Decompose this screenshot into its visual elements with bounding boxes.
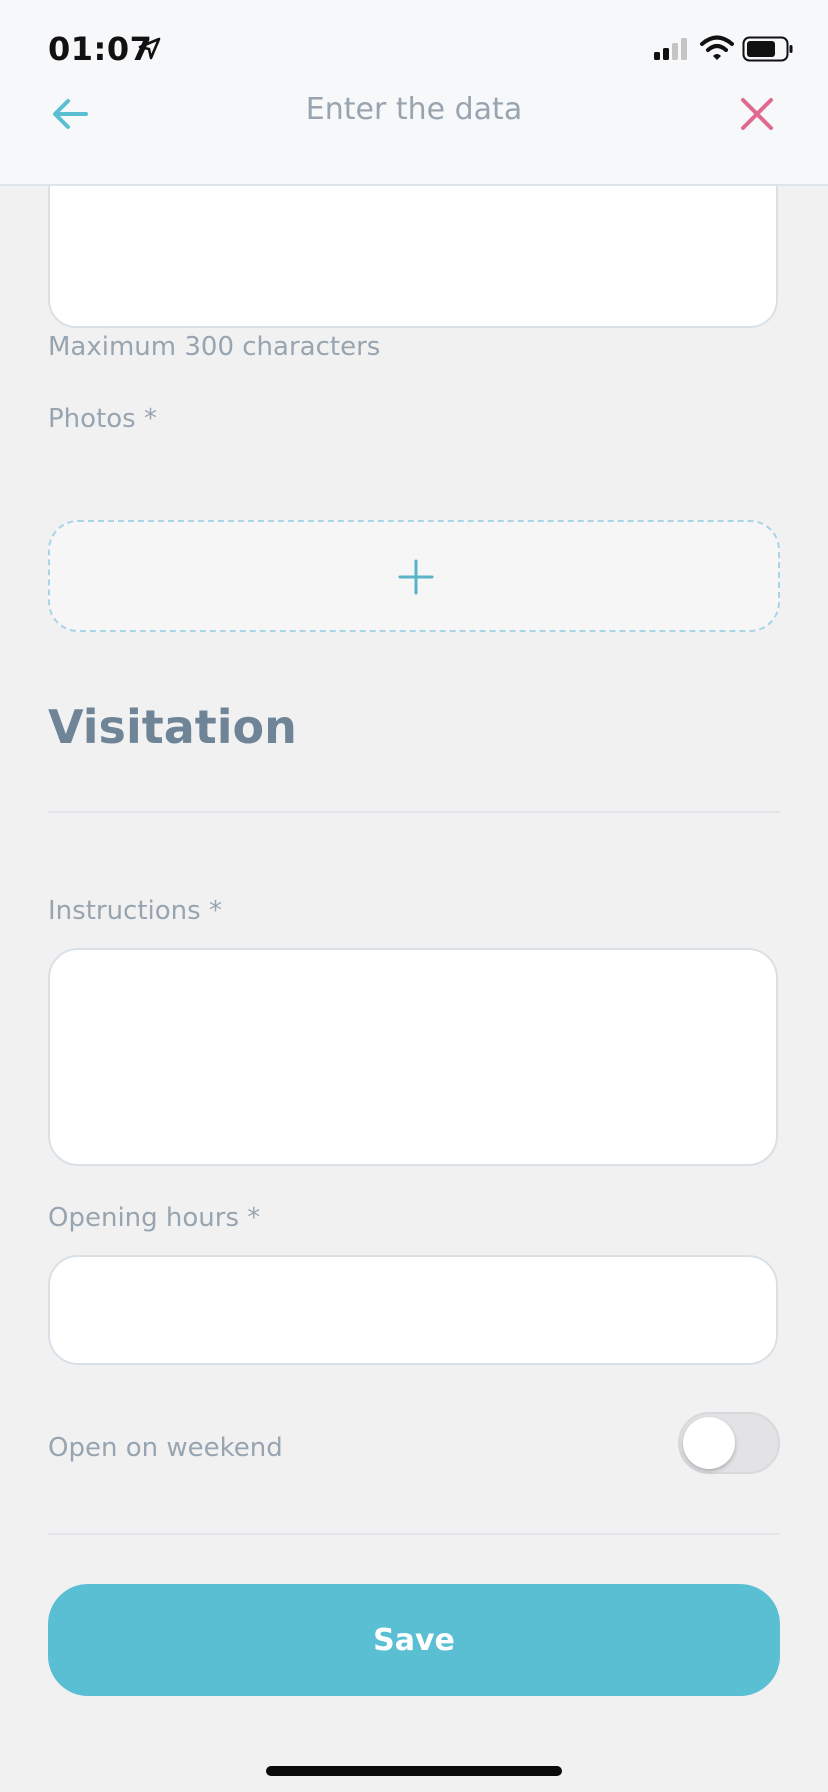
description-hint: Maximum 300 characters — [48, 332, 381, 362]
wifi-icon — [700, 35, 734, 60]
open-on-weekend-toggle[interactable] — [678, 1412, 780, 1474]
close-button[interactable] — [738, 92, 776, 136]
enter-data-screen: 01:07 Enter the data Maximum 300 charact… — [0, 0, 828, 1792]
toggle-knob — [683, 1417, 735, 1469]
plus-icon — [398, 559, 434, 595]
open-on-weekend-label: Open on weekend — [48, 1433, 283, 1463]
footer-divider — [48, 1533, 780, 1535]
opening-hours-input[interactable] — [48, 1255, 778, 1365]
add-photo-button[interactable] — [48, 520, 780, 632]
section-divider — [48, 811, 780, 813]
photos-label: Photos * — [48, 404, 157, 434]
home-indicator — [266, 1766, 562, 1776]
cellular-signal-icon — [654, 38, 687, 60]
section-title-visitation: Visitation — [48, 700, 297, 754]
header: 01:07 Enter the data — [0, 0, 828, 186]
opening-hours-label: Opening hours * — [48, 1203, 261, 1233]
instructions-label: Instructions * — [48, 896, 222, 926]
instructions-textarea[interactable] — [48, 948, 778, 1166]
save-button[interactable]: Save — [48, 1584, 780, 1696]
location-arrow-icon — [138, 37, 161, 60]
page-title: Enter the data — [305, 92, 523, 127]
battery-icon — [742, 36, 793, 62]
